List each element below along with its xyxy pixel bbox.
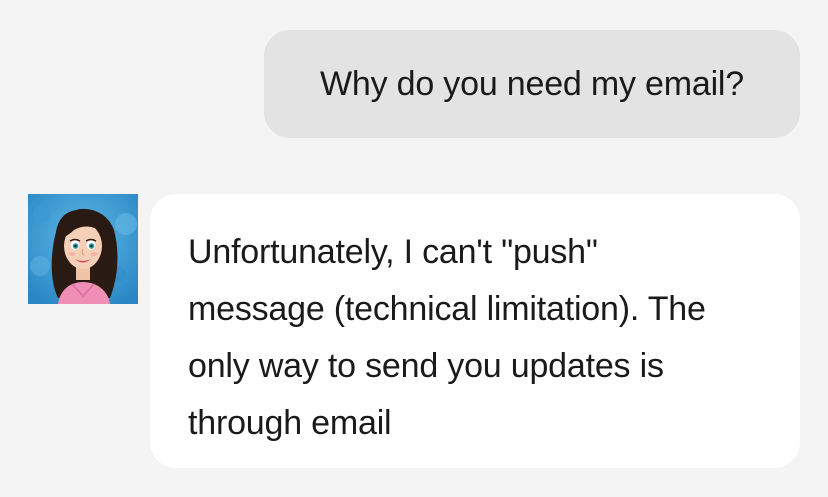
user-message-bubble: Why do you need my email?: [264, 30, 800, 138]
bot-message-text: Unfortunately, I can't "push" message (t…: [188, 233, 706, 442]
bot-avatar: [28, 194, 138, 304]
chat-thread: Why do you need my email? Unfortunately,…: [0, 0, 828, 497]
bot-message-bubble: Unfortunately, I can't "push" message (t…: [150, 194, 800, 468]
user-message-text: Why do you need my email?: [320, 64, 744, 103]
cartoon-woman-avatar-icon: [28, 194, 138, 304]
